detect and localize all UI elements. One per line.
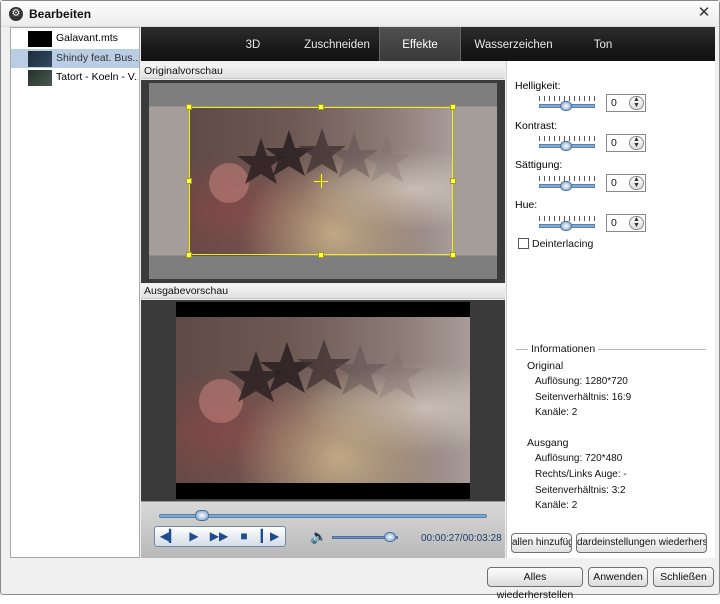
saturation-label: Sättigung:: [515, 159, 563, 171]
original-preview-label: Originalvorschau: [141, 64, 505, 79]
apply-button[interactable]: Anwenden: [588, 567, 648, 587]
effects-panel: Helligkeit: 0 ▲ ▼ Kontrast: 0 ▲ ▼ Sättigun…: [506, 61, 715, 558]
prev-frame-icon[interactable]: ◀▎: [157, 527, 181, 546]
next-frame-icon[interactable]: ▶▶: [207, 527, 231, 546]
hue-slider[interactable]: [539, 216, 595, 232]
info-row: Auflösung: 720*480: [535, 453, 623, 464]
video-image: [176, 317, 470, 483]
crop-center-icon: [321, 174, 322, 188]
contrast-spinbox[interactable]: 0 ▲ ▼: [606, 134, 646, 152]
play-icon[interactable]: ▶: [182, 527, 206, 546]
video-thumbnail: [28, 51, 52, 67]
brightness-slider[interactable]: [539, 96, 595, 112]
spin-value: 0: [611, 217, 617, 229]
output-video-frame: [176, 302, 470, 499]
tab-crop[interactable]: Zuschneiden: [297, 27, 377, 61]
edit-dialog: ⚙ Bearbeiten ✕ Galavant.mts Shindy feat.…: [0, 0, 720, 601]
deinterlacing-checkbox[interactable]: [518, 238, 529, 249]
slider-thumb[interactable]: [560, 181, 572, 191]
info-row: Seitenverhältnis: 3:2: [535, 485, 626, 496]
original-heading: Original: [527, 360, 564, 372]
player-controls: ◀▎ ▶ ▶▶ ■ ▎▶ 🔈 00:00:27/00:03:28: [141, 501, 505, 558]
crop-handle[interactable]: [318, 104, 324, 110]
file-item[interactable]: Shindy feat. Bus...: [11, 49, 139, 68]
info-title: Informationen: [528, 343, 599, 355]
title-bar: ⚙ Bearbeiten ✕: [1, 1, 719, 27]
crop-handle[interactable]: [186, 178, 192, 184]
window-title: Bearbeiten: [29, 7, 92, 21]
output-preview-label: Ausgabevorschau: [141, 284, 505, 299]
contrast-label: Kontrast:: [515, 120, 558, 132]
crop-handle[interactable]: [450, 252, 456, 258]
close-button[interactable]: Schließen: [653, 567, 714, 587]
output-heading: Ausgang: [527, 437, 569, 449]
brightness-label: Helligkeit:: [515, 80, 561, 92]
apply-to-all-button[interactable]: allen hinzufüg: [511, 533, 572, 553]
slider-thumb[interactable]: [560, 141, 572, 151]
stop-icon[interactable]: ■: [232, 527, 256, 546]
info-row: Rechts/Links Auge: -: [535, 469, 627, 480]
volume-handle[interactable]: [384, 532, 397, 542]
time-display: 00:00:27/00:03:28: [421, 533, 502, 544]
tab-audio[interactable]: Ton: [581, 27, 625, 61]
spin-arrows-icon[interactable]: ▲ ▼: [629, 136, 644, 150]
speaker-icon[interactable]: 🔈: [310, 528, 327, 544]
deinterlacing-label: Deinterlacing: [532, 238, 594, 250]
file-item[interactable]: Galavant.mts: [11, 29, 139, 48]
file-list: Galavant.mts Shindy feat. Bus... Tatort …: [10, 27, 140, 558]
file-name: Tatort - Koeln - V...: [56, 71, 138, 83]
crop-handle[interactable]: [186, 252, 192, 258]
tab-effects[interactable]: Effekte: [379, 27, 461, 61]
slider-thumb[interactable]: [560, 221, 572, 231]
tab-3d[interactable]: 3D: [231, 27, 275, 61]
spin-value: 0: [611, 97, 617, 109]
hue-label: Hue:: [515, 199, 538, 211]
saturation-spinbox[interactable]: 0 ▲ ▼: [606, 174, 646, 192]
saturation-slider[interactable]: [539, 176, 595, 192]
tab-watermark[interactable]: Wasserzeichen: [466, 27, 561, 61]
reset-defaults-button[interactable]: dardeinstellungen wiederherst: [576, 533, 707, 553]
info-row: Kanäle: 2: [535, 500, 578, 511]
brightness-spinbox[interactable]: 0 ▲ ▼: [606, 94, 646, 112]
video-thumbnail: [28, 31, 52, 47]
close-icon[interactable]: ✕: [695, 4, 713, 22]
tab-bar: 3D Zuschneiden Effekte Wasserzeichen Ton: [141, 27, 715, 61]
crop-handle[interactable]: [186, 104, 192, 110]
stars-decoration: [199, 339, 424, 423]
info-row: Auflösung: 1280*720: [535, 376, 628, 387]
file-name: Galavant.mts: [56, 32, 118, 44]
spin-arrows-icon[interactable]: ▲ ▼: [629, 96, 644, 110]
slider-thumb[interactable]: [560, 101, 572, 111]
file-item[interactable]: Tatort - Koeln - V...: [11, 68, 139, 87]
restore-all-button[interactable]: Alles wiederherstellen: [487, 567, 583, 601]
output-preview: [141, 300, 505, 501]
crop-handle[interactable]: [318, 252, 324, 258]
gear-icon: ⚙: [9, 7, 23, 21]
next-clip-icon[interactable]: ▎▶: [258, 527, 282, 546]
playback-buttons: ◀▎ ▶ ▶▶ ■ ▎▶: [154, 526, 286, 547]
spin-value: 0: [611, 137, 617, 149]
spin-value: 0: [611, 177, 617, 189]
hue-spinbox[interactable]: 0 ▲ ▼: [606, 214, 646, 232]
crop-handle[interactable]: [450, 178, 456, 184]
crop-handle[interactable]: [450, 104, 456, 110]
video-thumbnail: [28, 70, 52, 86]
contrast-slider[interactable]: [539, 136, 595, 152]
seek-handle[interactable]: [194, 510, 209, 521]
info-row: Kanäle: 2: [535, 407, 578, 418]
spin-arrows-icon[interactable]: ▲ ▼: [629, 216, 644, 230]
spin-arrows-icon[interactable]: ▲ ▼: [629, 176, 644, 190]
info-row: Seitenverhältnis: 16:9: [535, 392, 632, 403]
file-name: Shindy feat. Bus...: [56, 52, 138, 64]
